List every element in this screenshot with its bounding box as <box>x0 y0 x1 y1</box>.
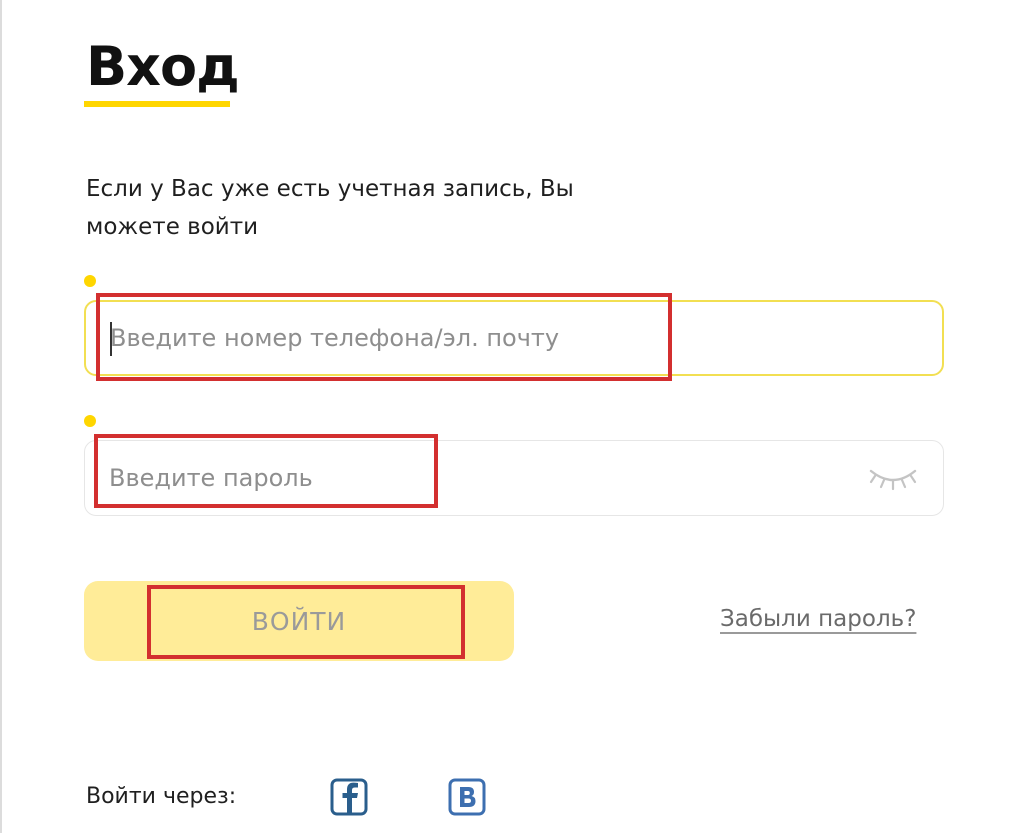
required-indicator-password <box>84 415 96 427</box>
left-edge-divider <box>0 0 2 833</box>
page-title: Вход <box>86 35 240 98</box>
facebook-icon[interactable] <box>330 778 368 816</box>
eye-closed-icon[interactable] <box>865 463 921 495</box>
social-login-label: Войти через: <box>86 784 237 809</box>
forgot-password-link[interactable]: Забыли пароль? <box>720 602 916 636</box>
title-underline <box>84 101 230 107</box>
password-input[interactable] <box>109 441 869 515</box>
phone-email-field[interactable] <box>84 300 944 376</box>
password-field[interactable] <box>84 440 944 516</box>
required-indicator-phone <box>84 275 96 287</box>
vk-icon[interactable] <box>448 778 486 816</box>
intro-text: Если у Вас уже есть учетная запись, Вы м… <box>86 176 574 240</box>
phone-email-input[interactable] <box>110 302 870 374</box>
login-button[interactable]: ВОЙТИ <box>84 581 514 661</box>
